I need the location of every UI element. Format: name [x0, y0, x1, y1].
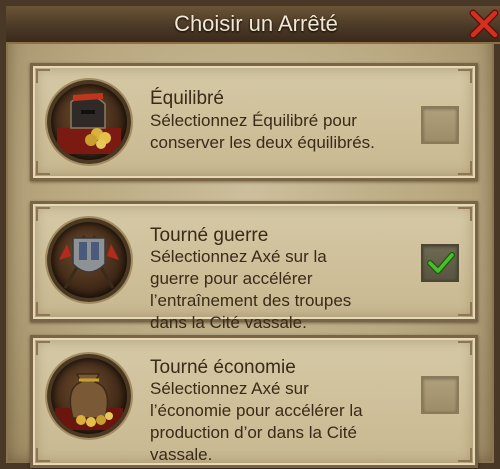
option-description: Sélectionnez Équilibré pour conserver le… [150, 111, 375, 152]
card-corner [36, 69, 50, 83]
option-title: Équilibré [150, 88, 224, 109]
option-card-balanced[interactable]: Équilibré Sélectionnez Équilibré pour co… [30, 63, 478, 181]
card-corner [458, 161, 472, 175]
dialog-title: Choisir un Arrêté [174, 11, 338, 36]
card-corner [36, 207, 50, 221]
card-corner [36, 302, 50, 316]
option-checkbox-war[interactable] [421, 244, 459, 282]
card-corner [458, 448, 472, 462]
card-corner [458, 341, 472, 355]
option-title: Tourné économie [150, 357, 296, 378]
dialog-titlebar: Choisir un Arrêté [6, 6, 500, 44]
crossed-flags-shield-icon [47, 218, 131, 302]
option-description: Sélectionnez Axé sur l’économie pour acc… [150, 379, 363, 464]
card-corner [458, 207, 472, 221]
option-checkbox-economy[interactable] [421, 376, 459, 414]
close-icon[interactable] [468, 8, 500, 40]
helmet-gold-icon [47, 80, 131, 164]
option-checkbox-balanced[interactable] [421, 106, 459, 144]
option-card-economy[interactable]: Tourné économie Sélectionnez Axé sur l’é… [30, 335, 478, 468]
option-description: Sélectionnez Axé sur la guerre pour accé… [150, 247, 352, 332]
card-corner [36, 341, 50, 355]
card-corner [36, 161, 50, 175]
card-corner [36, 448, 50, 462]
option-title: Tourné guerre [150, 225, 269, 246]
card-corner [458, 69, 472, 83]
option-card-war[interactable]: Tourné guerre Sélectionnez Axé sur la gu… [30, 201, 478, 332]
choose-decree-dialog: Choisir un Arrêté Équilibré Sélectionnez… [0, 0, 500, 469]
checkmark-icon [427, 252, 455, 274]
card-corner [458, 302, 472, 316]
gold-sack-icon [47, 354, 131, 438]
